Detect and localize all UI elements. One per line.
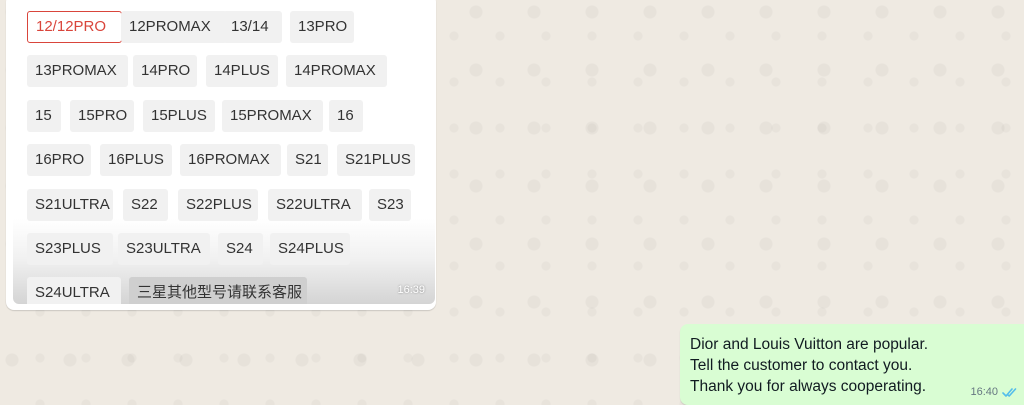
model-chip: 16PRO: [27, 144, 91, 176]
model-chip: 15PROMAX: [222, 100, 323, 132]
model-chip: 13/14: [223, 11, 282, 43]
message-meta: 16:40: [970, 386, 1018, 398]
outgoing-message-time: 16:40: [970, 386, 998, 398]
message-text: Dior and Louis Vuitton are popular. Tell…: [690, 334, 928, 397]
model-chip: S24PLUS: [270, 233, 350, 265]
outgoing-text-message[interactable]: Dior and Louis Vuitton are popular. Tell…: [680, 324, 1024, 405]
incoming-message-time: 16:39: [397, 284, 425, 296]
model-chip-contact-service: 三星其他型号请联系客服: [129, 277, 307, 304]
model-chip: S24: [218, 233, 263, 265]
model-chip: 12PROMAX: [121, 11, 227, 43]
model-chip: 15: [27, 100, 61, 132]
model-chip: 14PRO: [133, 55, 197, 87]
model-chip: 14PROMAX: [286, 55, 387, 87]
model-chip: S22: [123, 189, 168, 221]
model-chip: 16PROMAX: [180, 144, 281, 176]
incoming-image-message[interactable]: 12/12PRO 12PROMAX 13/14 13PRO 13PROMAX 1…: [6, 0, 436, 310]
model-chip: S22ULTRA: [268, 189, 362, 221]
model-chip: 13PROMAX: [27, 55, 128, 87]
message-line: Tell the customer to contact you.: [690, 357, 913, 374]
model-chip: S22PLUS: [178, 189, 258, 221]
model-chip: S21PLUS: [337, 144, 415, 176]
model-chip: 15PLUS: [143, 100, 215, 132]
phone-model-selector-image[interactable]: 12/12PRO 12PROMAX 13/14 13PRO 13PROMAX 1…: [13, 0, 435, 304]
message-line: Dior and Louis Vuitton are popular.: [690, 336, 929, 353]
model-chip: S23ULTRA: [118, 233, 210, 265]
model-chip: S23: [369, 189, 411, 221]
model-chip-selected: 12/12PRO: [27, 11, 122, 43]
model-chip: S23PLUS: [27, 233, 113, 265]
model-chip: S24ULTRA: [27, 277, 121, 304]
model-chip: 13PRO: [290, 11, 354, 43]
model-chip: 14PLUS: [206, 55, 278, 87]
model-chip: S21: [287, 144, 328, 176]
model-chip: 16: [329, 100, 363, 132]
message-line: Thank you for always cooperating.: [690, 378, 927, 395]
double-check-read-icon: [1002, 387, 1017, 397]
model-chip: S21ULTRA: [27, 189, 113, 221]
model-chip: 15PRO: [70, 100, 134, 132]
model-chip: 16PLUS: [100, 144, 172, 176]
